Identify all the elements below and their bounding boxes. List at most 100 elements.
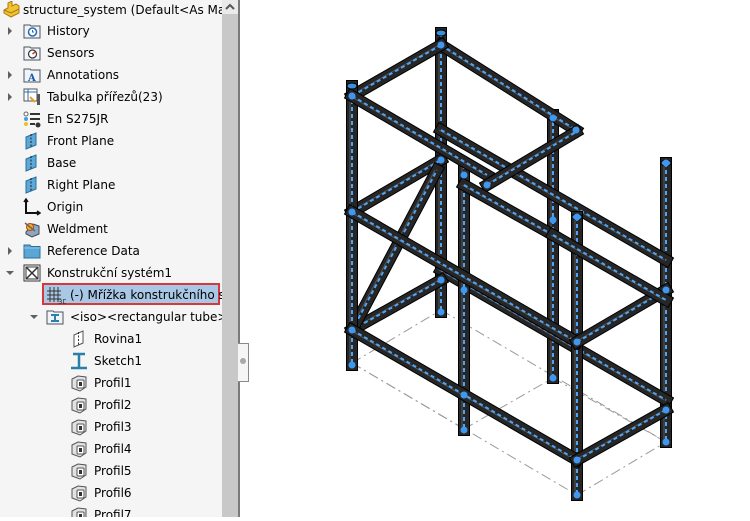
tree-item[interactable]: 3D (-) Mřížka konstrukčního syst [0, 284, 222, 306]
grid-node [460, 286, 468, 294]
grid-node [437, 41, 445, 49]
tree-item[interactable]: Profil6 [0, 482, 222, 504]
tree-item[interactable]: Sensors [0, 42, 222, 64]
tree-item[interactable]: Profil2 [0, 394, 222, 416]
scroll-up-button[interactable] [222, 0, 238, 14]
grid-node [348, 326, 356, 334]
graphics-area[interactable] [248, 0, 750, 517]
expand-arrow-down-icon[interactable] [30, 313, 38, 321]
origin-icon [23, 197, 42, 216]
tree-item-label: Front Plane [47, 134, 115, 148]
tree-item[interactable]: A Annotations [0, 64, 222, 86]
tree-item[interactable]: Base [0, 152, 222, 174]
tree-item[interactable]: Konstrukční systém1 [0, 262, 222, 284]
expand-arrow-right-icon[interactable] [6, 247, 14, 255]
tree-item-label: Annotations [47, 68, 120, 82]
tree-item-label: Profil7 [94, 508, 132, 517]
grid-node [483, 181, 491, 189]
tree-item-label: Profil1 [94, 376, 132, 390]
member-centerline [351, 44, 442, 97]
tree-scrollbar[interactable] [222, 0, 238, 517]
tree-item-label: Profil6 [94, 486, 132, 500]
profile-body-icon [70, 418, 88, 436]
tree-item[interactable]: Profil7 [0, 504, 222, 517]
tree-item[interactable]: Sketch1 [0, 350, 222, 372]
plane-outline-icon [70, 330, 88, 348]
tree-item-label: History [47, 24, 90, 38]
grid-node [348, 208, 356, 216]
tree-item-label: Reference Data [47, 244, 140, 258]
svg-text:A: A [27, 73, 36, 84]
tree-item[interactable]: En S275JR [0, 108, 222, 130]
profile-body-icon [70, 440, 88, 458]
tree-item-label: Rovina1 [94, 332, 143, 346]
svg-text:3D: 3D [58, 298, 66, 304]
tree-item[interactable]: Profil4 [0, 438, 222, 460]
tree-item[interactable]: Weldment [0, 218, 222, 240]
grid-node [662, 406, 670, 414]
tree-item[interactable]: Front Plane [0, 130, 222, 152]
grid-node [573, 456, 581, 464]
tree-item[interactable]: History [0, 20, 222, 42]
profile-body-icon [70, 396, 88, 414]
grid-node [549, 114, 557, 122]
grid-node [573, 338, 581, 346]
grid-node [460, 426, 468, 434]
plane-icon [23, 132, 41, 150]
expand-arrow-down-icon[interactable] [6, 269, 14, 277]
tree-item[interactable]: Reference Data [0, 240, 222, 262]
tree-item-label: En S275JR [47, 112, 109, 126]
grid-node [572, 126, 580, 134]
tree-item-label: Sensors [47, 46, 95, 60]
grid-node [573, 213, 581, 221]
tree-item-label: Tabulka přířezů(23) [47, 90, 163, 104]
structure-system-icon [23, 264, 41, 282]
profile-folder-icon [46, 308, 64, 326]
tree-item-label: Origin [47, 200, 84, 214]
tree-item-label: Profil3 [94, 420, 132, 434]
grid-node [460, 391, 468, 399]
post-cap [435, 29, 447, 37]
material-icon [23, 110, 41, 128]
tree-item-label: <iso><rectangular tube><12 [70, 310, 222, 324]
grid-node [437, 276, 445, 284]
sensors-folder-icon [23, 44, 41, 62]
cut-list-icon [23, 88, 41, 106]
tree-item-label: Profil5 [94, 464, 132, 478]
3d-model-view[interactable] [248, 0, 750, 517]
grid-node [662, 286, 670, 294]
tree-item-label: Konstrukční systém1 [47, 266, 173, 280]
grid-node [348, 361, 356, 369]
grid-node [573, 491, 581, 499]
weldment-icon [23, 220, 41, 238]
expand-arrow-right-icon[interactable] [6, 93, 14, 101]
feature-manager-tree: structure_system (Default<As Machin Hist… [0, 0, 222, 517]
tree-item[interactable]: Profil3 [0, 416, 222, 438]
grid-node [460, 171, 468, 179]
tree-item[interactable]: Rovina1 [0, 328, 222, 350]
panel-divider[interactable] [238, 0, 240, 517]
grid-3d-icon: 3D [46, 286, 68, 306]
grid-node [662, 159, 670, 167]
tree-item[interactable]: <iso><rectangular tube><12 [0, 306, 222, 328]
expand-arrow-right-icon[interactable] [6, 71, 14, 79]
tree-item[interactable]: Tabulka přířezů(23) [0, 86, 222, 108]
tree-item[interactable]: Profil5 [0, 460, 222, 482]
grid-node [437, 156, 445, 164]
expand-arrow-right-icon[interactable] [6, 27, 14, 35]
tree-item[interactable]: Right Plane [0, 174, 222, 196]
member-highlight [349, 95, 486, 176]
grid-node [437, 308, 445, 316]
profile-body-icon [70, 374, 88, 392]
chevron-up-icon [225, 3, 235, 10]
grid-line [351, 362, 465, 430]
tree-item[interactable]: Profil1 [0, 372, 222, 394]
grid-node [549, 374, 557, 382]
sketch-profile-icon [70, 352, 88, 370]
part-icon [2, 0, 20, 19]
plane-icon [23, 176, 41, 194]
tree-item-label: Profil4 [94, 442, 132, 456]
grid-node [348, 92, 356, 100]
tree-item[interactable]: Origin [0, 196, 222, 218]
grid-node [549, 216, 557, 224]
